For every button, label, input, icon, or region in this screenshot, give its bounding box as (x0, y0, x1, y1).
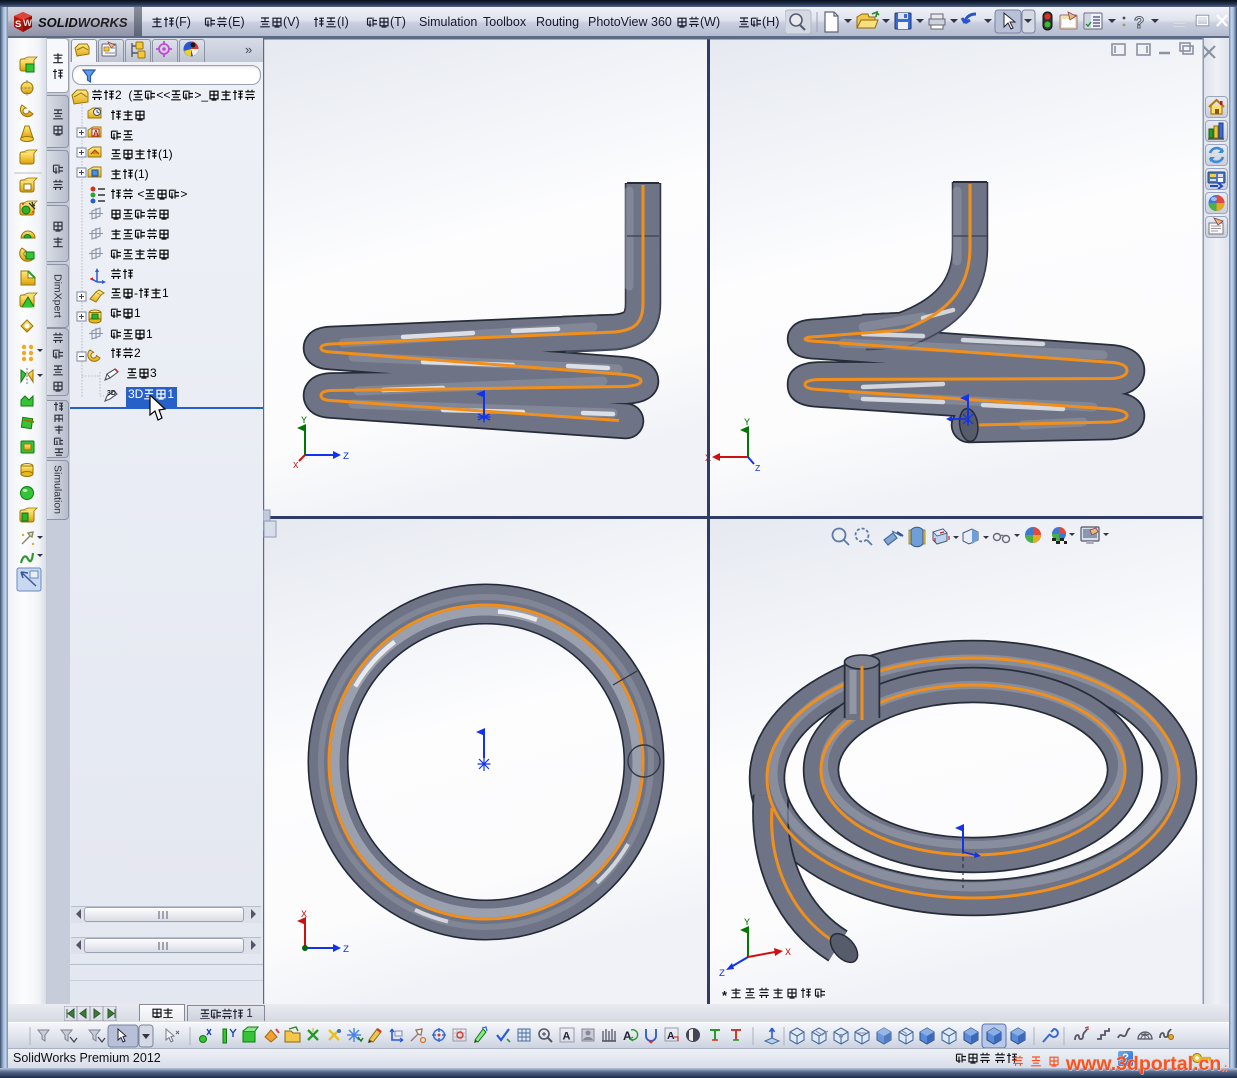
svg-text:3D: 3D (107, 390, 116, 397)
svg-text:S: S (15, 19, 21, 30)
svg-text:Y: Y (744, 918, 750, 929)
svg-text:X: X (301, 910, 307, 921)
svg-text:X: X (293, 461, 299, 471)
svg-text:Z: Z (755, 464, 761, 474)
svg-text:Z: Z (343, 945, 349, 956)
svg-text:»: » (245, 42, 252, 57)
svg-text:W: W (23, 18, 32, 29)
svg-text:?: ? (1134, 13, 1144, 32)
svg-text:Z: Z (719, 969, 725, 980)
svg-text:Y: Y (744, 418, 750, 429)
svg-text:A: A (623, 1029, 632, 1043)
svg-text:A: A (563, 1031, 571, 1043)
svg-text:Z: Z (343, 452, 349, 463)
svg-text:X: X (785, 948, 791, 959)
svg-text:A: A (93, 129, 99, 138)
svg-text:Y: Y (301, 416, 307, 427)
svg-text:A: A (667, 1030, 675, 1042)
